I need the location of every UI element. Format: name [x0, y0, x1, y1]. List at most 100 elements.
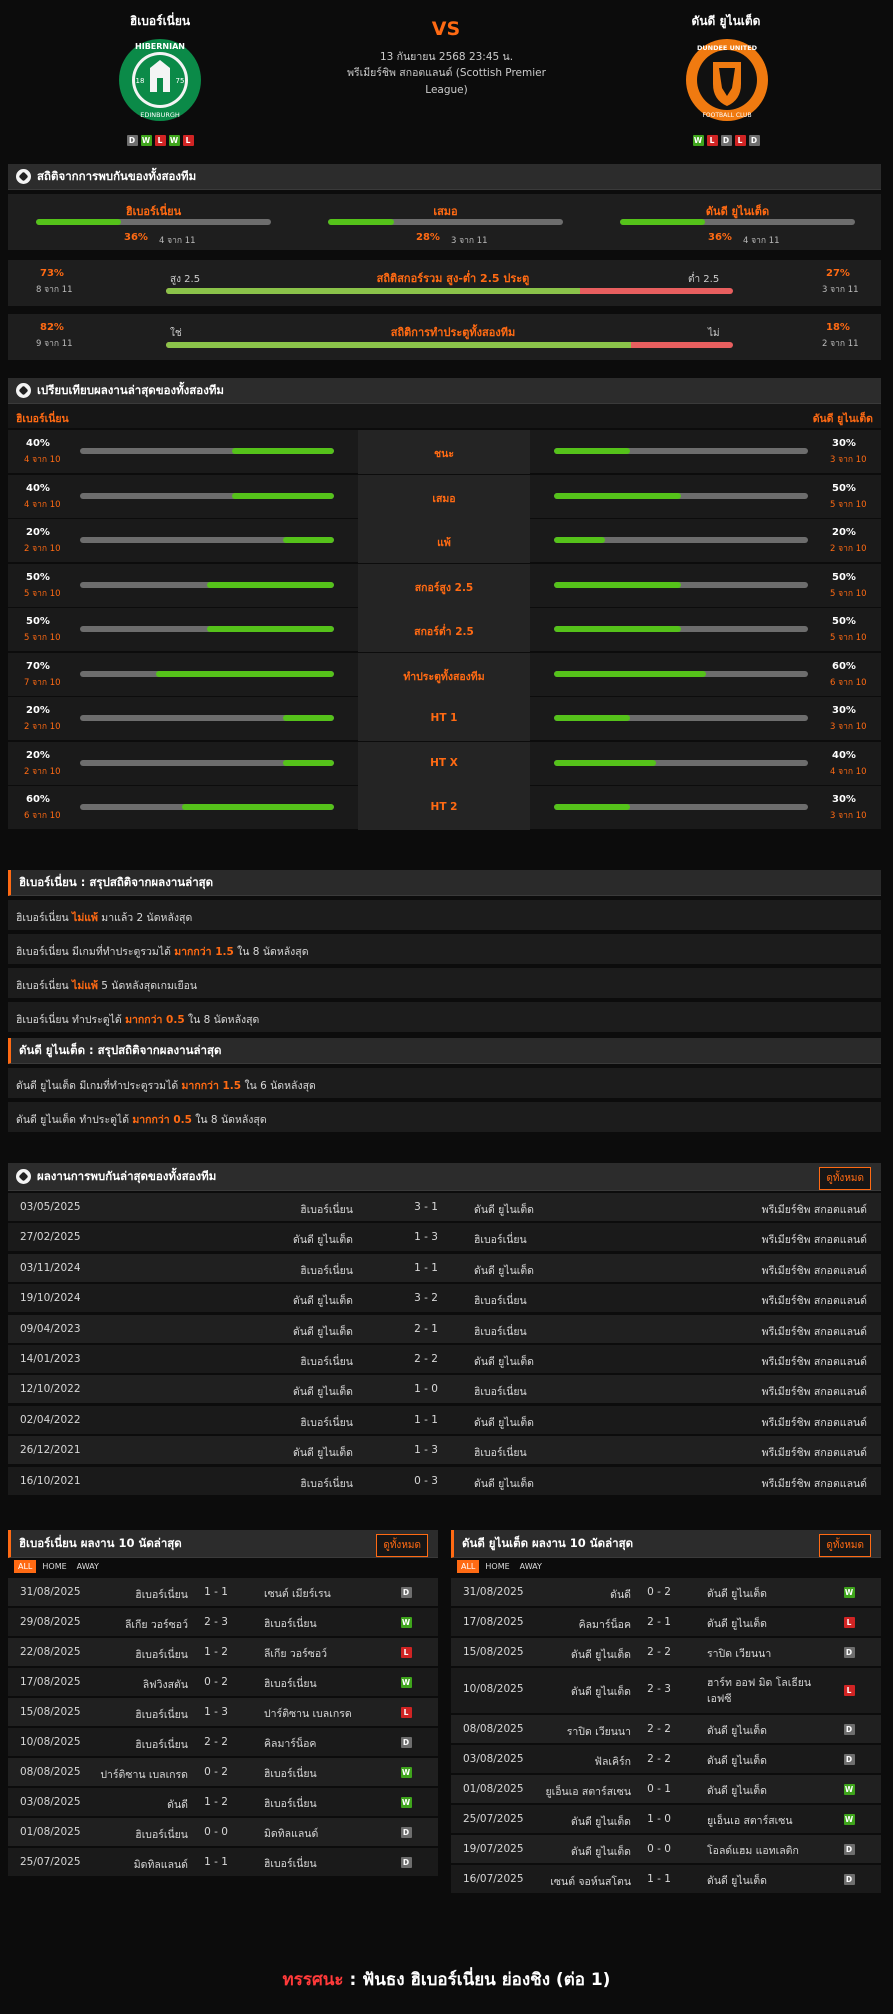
h2h-score: 2 - 1: [414, 1322, 438, 1335]
last-away: ดันดี ยูไนเต็ด: [707, 1618, 767, 1630]
tab-home[interactable]: HOME: [38, 1560, 70, 1573]
h2h-row[interactable]: 14/01/2023 ฮิเบอร์เนี่ยน 2 - 2 ดันดี ยูไนเต…: [8, 1345, 881, 1374]
h2h-row[interactable]: 09/04/2023 ดันดี ยูไนเต็ด 2 - 1 ฮิเบอร์เนี่…: [8, 1314, 881, 1344]
last-away-view-all-button[interactable]: ดูทั้งหมด: [819, 1534, 871, 1557]
last-date: 22/08/2025: [20, 1646, 81, 1658]
last-row[interactable]: 15/08/2025 ฮิเบอร์เนี่ยน 1 - 3 ปาร์ติซาน เบ…: [8, 1698, 438, 1727]
h2h-row[interactable]: 26/12/2021 ดันดี ยูไนเต็ด 1 - 3 ฮิเบอร์เนี่…: [8, 1436, 881, 1466]
h2h-home: ฮิเบอร์เนี่ยน: [300, 1204, 353, 1216]
last-row[interactable]: 03/08/2025 ดันดี 1 - 2 ฮิเบอร์เนี่ยน W: [8, 1788, 438, 1817]
summary-text: ใน 8 นัดหลังสุด: [191, 1114, 267, 1126]
last-home: ราปิด เวียนนา: [566, 1726, 631, 1738]
compare-home-pct: 70%: [26, 660, 50, 672]
h2h-stats-section: สถิติจากการพบกันของทั้งสองทีม ฮิเบอร์เนี…: [8, 164, 881, 361]
last-row[interactable]: 31/08/2025 ดันดี 0 - 2 ดันดี ยูไนเต็ด W: [451, 1578, 881, 1607]
match-league[interactable]: พรีเมียร์ชิพ สกอตแลนด์ (Scottish Premier…: [338, 65, 555, 99]
tab-away[interactable]: AWAY: [516, 1560, 546, 1573]
last-row[interactable]: 08/08/2025 ปาร์ติซาน เบลเกรด 0 - 2 ฮิเบอร์เ…: [8, 1758, 438, 1787]
prediction-colon: :: [343, 1970, 363, 1990]
ou-left-label: สูง 2.5: [170, 274, 201, 285]
last-score: 1 - 1: [204, 1856, 228, 1868]
h2h-row[interactable]: 19/10/2024 ดันดี ยูไนเต็ด 3 - 2 ฮิเบอร์เนี่…: [8, 1284, 881, 1314]
compare-away-count: 2 จาก 10: [830, 544, 867, 554]
compare-row: 20% 2 จาก 10 HT X 40% 4 จาก 10: [8, 741, 881, 786]
compare-home-pct: 20%: [26, 749, 50, 761]
tab-all[interactable]: ALL: [457, 1560, 480, 1573]
away-team-name[interactable]: ดันดี ยูไนเต็ด: [646, 12, 806, 31]
last-date: 10/08/2025: [20, 1736, 81, 1748]
h2h-row[interactable]: 16/10/2021 ฮิเบอร์เนี่ยน 0 - 3 ดันดี ยูไนเต…: [8, 1466, 881, 1496]
last-row[interactable]: 22/08/2025 ฮิเบอร์เนี่ยน 1 - 2 ลีเกีย วอร์ซ…: [8, 1638, 438, 1667]
h2h-away: ฮิเบอร์เนี่ยน: [474, 1325, 527, 1338]
h2h-col-label: เสมอ: [433, 205, 458, 218]
home-logo-text-top: HIBERNIAN: [135, 42, 185, 51]
last-row[interactable]: 01/08/2025 ฮิเบอร์เนี่ยน 0 - 0 มิดทิลแลนด์ D: [8, 1818, 438, 1847]
h2h-league: พรีเมียร์ชิพ สกอตแลนด์: [761, 1416, 867, 1429]
compare-away-count: 4 จาก 10: [830, 766, 867, 777]
h2h-score: 1 - 3: [414, 1444, 438, 1457]
result-badge: W: [692, 135, 704, 146]
prediction: ทรรศนะ : ฟันธง ฮิเบอร์เนี่ยน ย่องชิง (ต่…: [0, 1966, 893, 1993]
compare-away-pct: 50%: [832, 482, 856, 494]
last-row[interactable]: 15/08/2025 ดันดี ยูไนเต็ด 2 - 2 ราปิด เวียน…: [451, 1638, 881, 1667]
h2h-view-all-button[interactable]: ดูทั้งหมด: [819, 1167, 871, 1190]
last-row[interactable]: 16/07/2025 เซนต์ จอห์นสโตน 1 - 1 ดันดี ยูไน…: [451, 1865, 881, 1894]
last-row[interactable]: 01/08/2025 ยูเอ็นเอ สตาร์สเซน 0 - 1 ดันดี ย…: [451, 1775, 881, 1804]
h2h-row[interactable]: 03/05/2025 ฮิเบอร์เนี่ยน 3 - 1 ดันดี ยูไนเต…: [8, 1193, 881, 1222]
result-badge: L: [706, 135, 718, 146]
last-away-section: ดันดี ยูไนเต็ด ผลงาน 10 นัดล่าสุด ดูทั้ง…: [451, 1530, 881, 1900]
h2h-league: พรีเมียร์ชิพ สกอตแลนด์: [761, 1386, 867, 1399]
summary-text: ใน 8 นัดหลังสุด: [184, 1014, 260, 1026]
last-row[interactable]: 25/07/2025 มิดทิลแลนด์ 1 - 1 ฮิเบอร์เนี่ยน D: [8, 1848, 438, 1877]
last-row[interactable]: 31/08/2025 ฮิเบอร์เนี่ยน 1 - 1 เซนต์ เมียร์…: [8, 1578, 438, 1607]
last-score: 2 - 2: [204, 1736, 228, 1748]
over-under-box: 73% 8 จาก 11 สูง 2.5 สถิติสกอร์รวม สูง-ต…: [8, 260, 881, 306]
prediction-text: ฟันธง ฮิเบอร์เนี่ยน ย่องชิง (ต่อ 1): [362, 1970, 611, 1990]
compare-away-pct: 30%: [832, 794, 856, 805]
h2h-row[interactable]: 27/02/2025 ดันดี ยูไนเต็ด 1 - 3 ฮิเบอร์เนี่…: [8, 1223, 881, 1253]
compare-row: 50% 5 จาก 10 สกอร์สูง 2.5 50% 5 จาก 10: [8, 563, 881, 608]
last-row[interactable]: 08/08/2025 ราปิด เวียนนา 2 - 2 ดันดี ยูไนเต…: [451, 1715, 881, 1744]
last-home-view-all-button[interactable]: ดูทั้งหมด: [376, 1534, 428, 1557]
h2h-away: ดันดี ยูไนเต็ด: [474, 1477, 534, 1490]
match-header: ฮิเบอร์เนี่ยน HIBERNIAN 18 75 EDINBURGH …: [0, 0, 893, 160]
last-date: 08/08/2025: [20, 1766, 81, 1778]
match-datetime: 13 กันยายน 2568 23:45 น.: [379, 51, 514, 63]
last-row[interactable]: 17/08/2025 ลิฟวิงสตัน 0 - 2 ฮิเบอร์เนี่ยน W: [8, 1668, 438, 1697]
last-away: ลีเกีย วอร์ซอว์: [264, 1648, 328, 1660]
compare-away-bar: [554, 670, 808, 677]
last-row[interactable]: 29/08/2025 ลีเกีย วอร์ซอว์ 2 - 3 ฮิเบอร์เนี…: [8, 1608, 438, 1637]
h2h-row[interactable]: 02/04/2022 ฮิเบอร์เนี่ยน 1 - 1 ดันดี ยูไนเต…: [8, 1405, 881, 1435]
last-row[interactable]: 25/07/2025 ดันดี ยูไนเต็ด 1 - 0 ยูเอ็นเอ สต…: [451, 1805, 881, 1834]
compare-home-pct: 40%: [26, 438, 50, 449]
last-row[interactable]: 03/08/2025 ฟัลเคิร์ก 2 - 2 ดันดี ยูไนเต็ด D: [451, 1745, 881, 1774]
away-form: WLDLD: [646, 133, 806, 146]
last-row[interactable]: 17/08/2025 คิลมาร์น็อค 2 - 1 ดันดี ยูไนเต็ด…: [451, 1608, 881, 1637]
last-row[interactable]: 10/08/2025 ดันดี ยูไนเต็ด 2 - 3 ฮาร์ท ออฟ ม…: [451, 1668, 881, 1714]
result-badge: D: [843, 1647, 855, 1658]
home-team-name[interactable]: ฮิเบอร์เนี่ยน: [80, 12, 240, 31]
last-row[interactable]: 10/08/2025 ฮิเบอร์เนี่ยน 2 - 2 คิลมาร์น็อค D: [8, 1728, 438, 1757]
h2h-row[interactable]: 03/11/2024 ฮิเบอร์เนี่ยน 1 - 1 ดันดี ยูไนเต…: [8, 1253, 881, 1283]
h2h-row[interactable]: 12/10/2022 ดันดี ยูไนเต็ด 1 - 0 ฮิเบอร์เนี่…: [8, 1375, 881, 1405]
last-home: ดันดี ยูไนเต็ด: [571, 1686, 631, 1698]
last-score: 0 - 0: [647, 1843, 671, 1855]
compare-home-pct: 20%: [26, 705, 50, 716]
tab-away[interactable]: AWAY: [73, 1560, 103, 1573]
last-row[interactable]: 19/07/2025 ดันดี ยูไนเต็ด 0 - 0 โอลด์แฮม แอ…: [451, 1835, 881, 1864]
result-badge: D: [843, 1724, 855, 1735]
summary-away-header: ดันดี ยูไนเต็ด : สรุปสถิติจากผลงานล่าสุด: [8, 1038, 881, 1064]
last-home: มิดทิลแลนด์: [133, 1859, 188, 1871]
tab-home[interactable]: HOME: [481, 1560, 513, 1573]
h2h-away: ดันดี ยูไนเต็ด: [474, 1356, 534, 1368]
summary-highlight: ไม่แพ้: [72, 980, 98, 992]
last-away: เซนต์ เมียร์เรน: [264, 1588, 331, 1600]
football-icon: [16, 169, 31, 184]
home-logo-year-right: 75: [176, 77, 185, 85]
h2h-league: พรีเมียร์ชิพ สกอตแลนด์: [761, 1234, 867, 1247]
h2h-score: 1 - 3: [414, 1231, 438, 1244]
btts-right-pct: 18%: [826, 322, 850, 333]
summary-text: ฮิเบอร์เนี่ยน: [16, 980, 73, 992]
btts-left-label: ใช่: [170, 328, 182, 339]
tab-all[interactable]: ALL: [14, 1560, 37, 1573]
